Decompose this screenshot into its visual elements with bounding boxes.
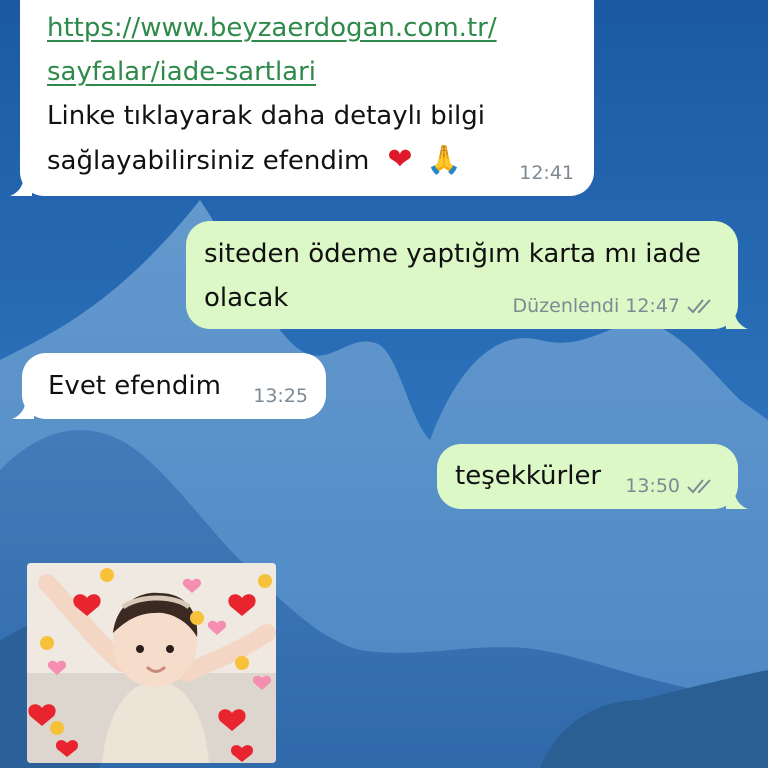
message-text-line2: sağlayabilirsiniz efendim ❤ 🙏 [47, 142, 462, 177]
bubble-tail [12, 397, 34, 419]
bubble-tail [726, 487, 748, 509]
message-bubble-outgoing[interactable]: siteden ödeme yaptığım karta mı iade ola… [186, 221, 748, 329]
heart-emoji-icon: ❤ [387, 142, 413, 177]
message-meta: 13:50 [625, 475, 716, 497]
message-bubble-incoming[interactable]: Evet efendim 13:25 [12, 353, 326, 419]
edited-label: Düzenlendi [512, 295, 620, 317]
message-bubble-outgoing[interactable]: teşekkürler 13:50 [437, 444, 748, 509]
praying-hands-emoji-icon: 🙏 [426, 143, 462, 176]
message-link[interactable]: https://www.beyzaerdogan.com.tr/ [47, 6, 566, 50]
read-double-check-icon [687, 299, 711, 314]
message-link-continued[interactable]: sayfalar/iade-sartlari [47, 50, 566, 94]
message-meta: 12:41 [519, 162, 574, 184]
message-text: siteden ödeme yaptığım karta mı iade [204, 239, 701, 269]
message-time: 12:47 [625, 295, 680, 317]
bubble-tail [726, 307, 748, 329]
message-meta: 13:25 [253, 385, 308, 407]
message-time: 12:41 [519, 162, 574, 184]
read-double-check-icon [687, 479, 711, 494]
baby-with-hearts-sticker-icon [27, 563, 276, 763]
bubble-tail [10, 174, 32, 196]
message-bubble-incoming[interactable]: https://www.beyzaerdogan.com.tr/ sayfala… [10, 0, 594, 196]
message-time: 13:25 [253, 385, 308, 407]
message-meta: Düzenlendi 12:47 [513, 295, 717, 317]
message-time: 13:50 [625, 475, 680, 497]
sticker-image[interactable] [27, 563, 276, 763]
message-text: Linke tıklayarak daha detaylı bilgi [47, 101, 485, 131]
